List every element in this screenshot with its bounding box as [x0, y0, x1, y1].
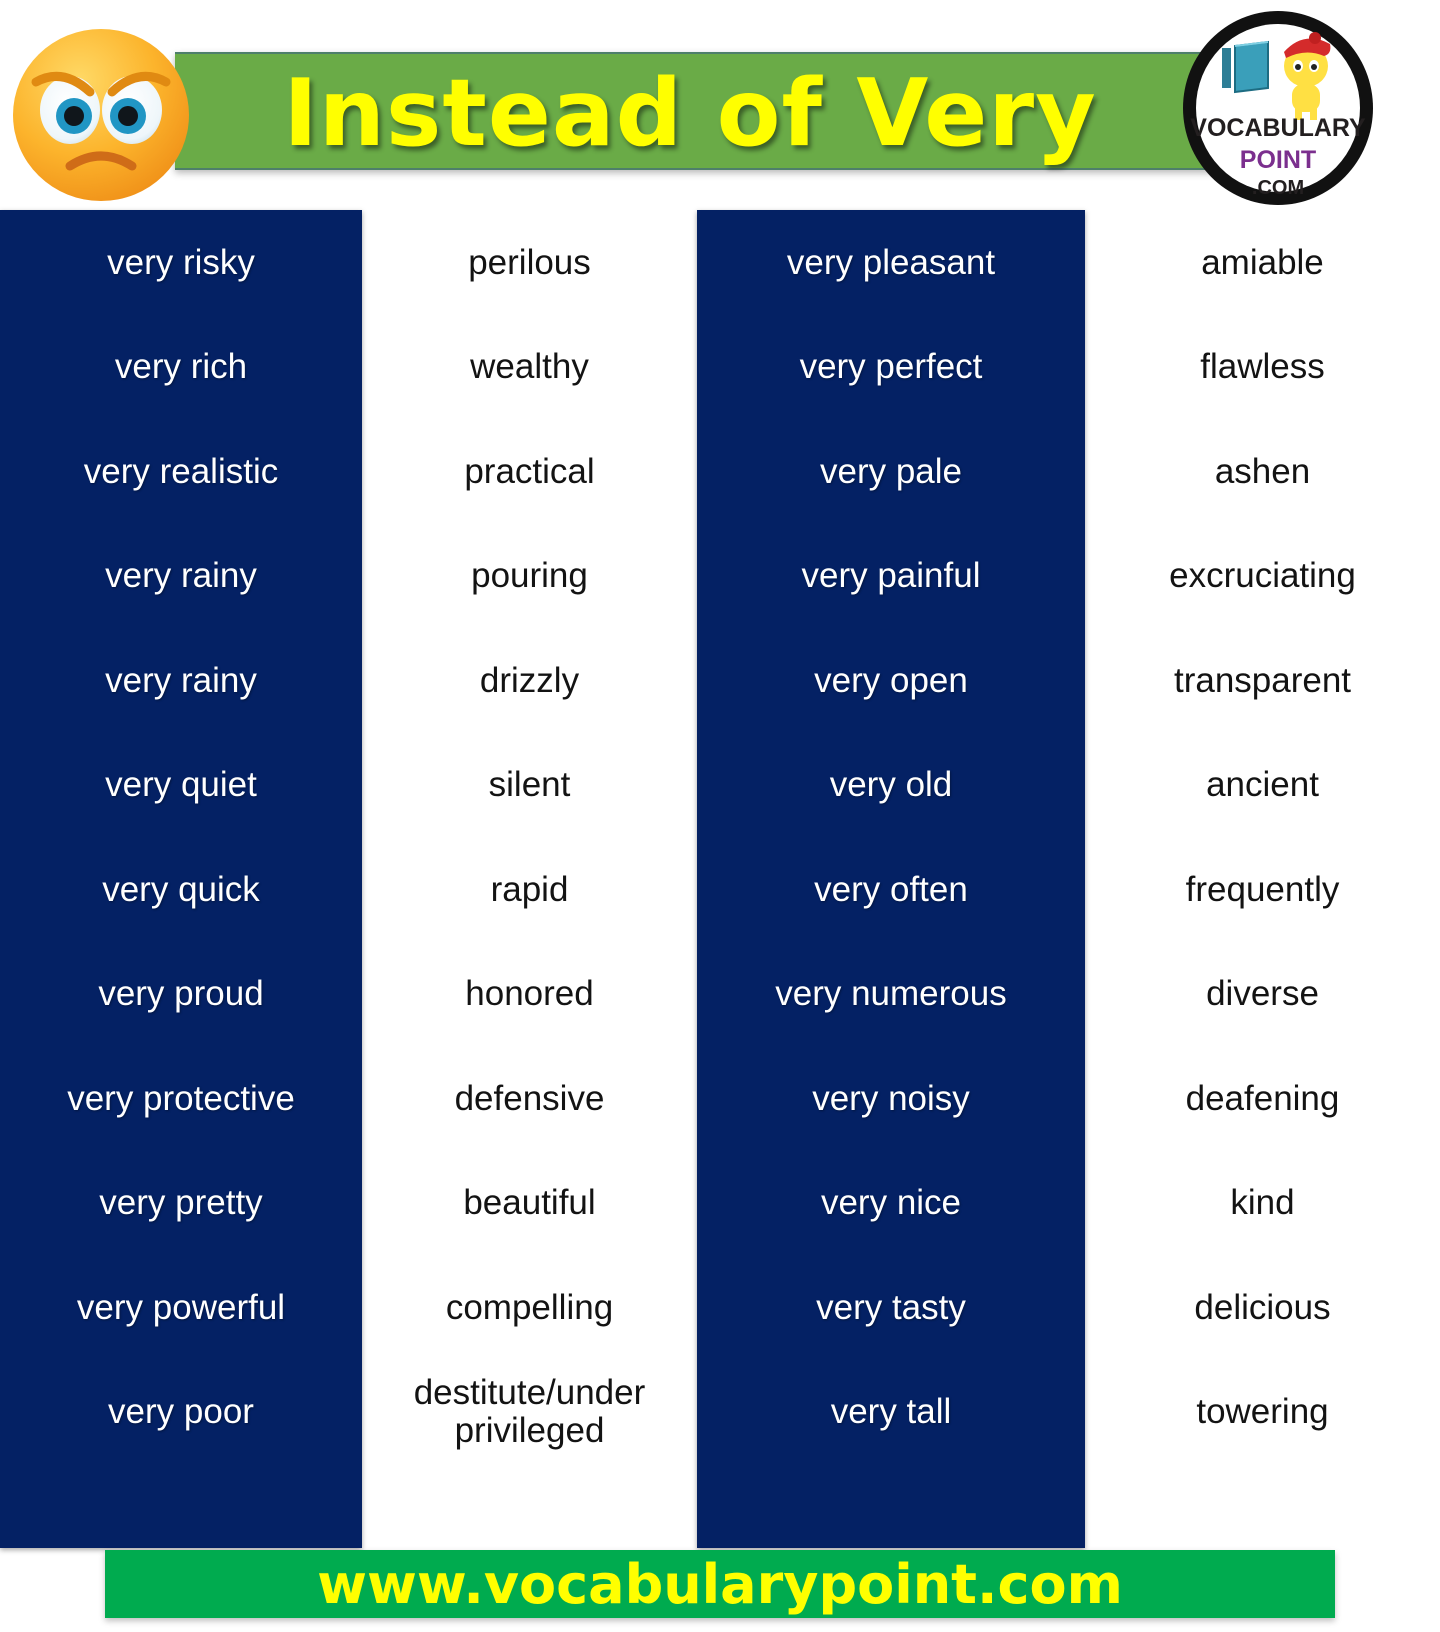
- table-row: very risky: [107, 242, 255, 282]
- table-row: very often: [814, 869, 968, 909]
- table-row: destitute/under privileged: [413, 1372, 646, 1450]
- table-row: diverse: [1206, 974, 1319, 1014]
- header: Instead of Very VOCABULARY POINT .COM: [0, 0, 1440, 210]
- table-row: very tasty: [816, 1287, 966, 1327]
- table-row: very nice: [820, 1183, 962, 1223]
- logo-line-1: VOCABULARY: [1190, 114, 1366, 142]
- table-row: pouring: [471, 556, 588, 596]
- table-row: very poor: [108, 1392, 254, 1432]
- table-row: very pretty: [99, 1183, 263, 1223]
- table-row: deafening: [1185, 1078, 1340, 1118]
- table-row: practical: [464, 451, 595, 491]
- table-row: very rich: [114, 347, 248, 387]
- table-row: frequently: [1185, 869, 1340, 909]
- table-row: very noisy: [812, 1078, 970, 1118]
- table-row: honored: [465, 974, 594, 1014]
- table-row: beautiful: [463, 1183, 596, 1223]
- table-row: very perfect: [799, 347, 983, 387]
- table-row: very pleasant: [786, 242, 996, 282]
- table-row: kind: [1230, 1183, 1295, 1223]
- table-row: very rainy: [105, 660, 257, 700]
- angry-face-emoji: [13, 29, 189, 201]
- table-row: delicious: [1194, 1287, 1331, 1327]
- table-row: compelling: [445, 1287, 614, 1327]
- blue-book-icon: [1222, 40, 1269, 94]
- table-row: rapid: [490, 869, 569, 909]
- footer-bar: www.vocabularypoint.com: [105, 1550, 1335, 1618]
- synonym-table: very risky perilous very pleasant amiabl…: [0, 210, 1440, 1548]
- table-row: very rainy: [105, 556, 257, 596]
- table-row: very protective: [67, 1078, 295, 1118]
- table-row: wealthy: [470, 347, 589, 387]
- vocabulary-point-logo: VOCABULARY POINT .COM: [1183, 11, 1373, 205]
- table-row: defensive: [454, 1078, 605, 1118]
- logo-line-2: POINT: [1240, 146, 1316, 174]
- table-row: silent: [488, 765, 571, 805]
- table-row: very old: [829, 765, 953, 805]
- table-row: very proud: [98, 974, 264, 1014]
- table-row: very pale: [819, 451, 963, 491]
- table-row: very realistic: [83, 451, 279, 491]
- table-row: very quiet: [105, 765, 257, 805]
- table-row: flawless: [1200, 347, 1325, 387]
- table-row: drizzly: [479, 660, 580, 700]
- table-row: excruciating: [1169, 556, 1356, 596]
- website-url[interactable]: www.vocabularypoint.com: [317, 1553, 1123, 1616]
- page-title: Instead of Very: [283, 59, 1097, 167]
- table-row: very open: [814, 660, 968, 700]
- table-grid: very risky perilous very pleasant amiabl…: [0, 210, 1440, 1548]
- table-row: very numerous: [775, 974, 1007, 1014]
- table-row: perilous: [468, 242, 591, 282]
- table-row: amiable: [1201, 242, 1324, 282]
- logo-line-3: .COM: [1252, 177, 1304, 199]
- poster-root: Instead of Very VOCABULARY POINT .COM ve…: [0, 0, 1440, 1632]
- table-row: towering: [1196, 1392, 1329, 1432]
- table-row: very quick: [102, 869, 260, 909]
- table-row: very painful: [801, 556, 981, 596]
- table-row: ashen: [1214, 451, 1311, 491]
- table-row: transparent: [1173, 660, 1352, 700]
- table-row: very powerful: [76, 1287, 286, 1327]
- table-row: ancient: [1206, 765, 1319, 805]
- table-row: very tall: [830, 1392, 952, 1432]
